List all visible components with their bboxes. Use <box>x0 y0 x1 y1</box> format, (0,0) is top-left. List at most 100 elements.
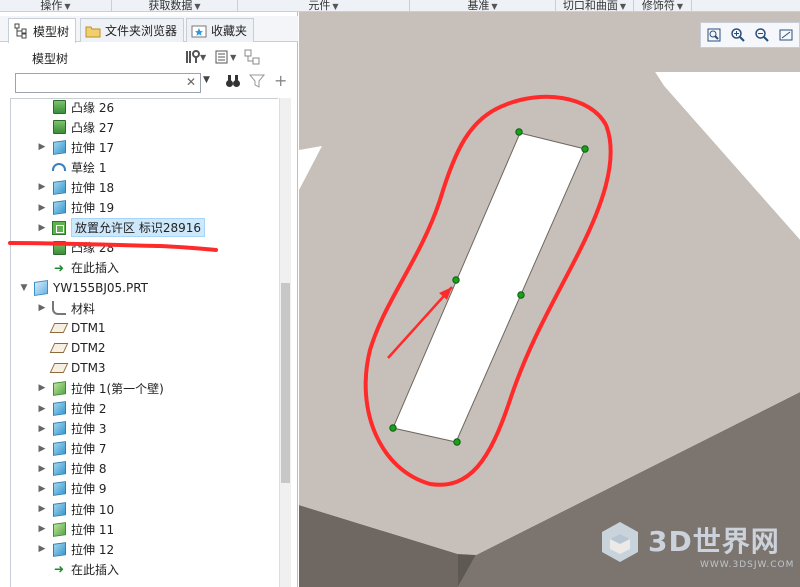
tree-item-label: 拉伸 12 <box>71 542 115 557</box>
tree-item[interactable]: ▶ 拉伸 2 <box>37 399 106 419</box>
ribbon-group-datum[interactable]: 基准 ▼ <box>410 0 556 12</box>
tree-item[interactable]: ➜ 在此插入 <box>37 559 119 579</box>
tab-folder-browser[interactable]: 文件夹浏览器 <box>80 18 185 42</box>
expand-arrow-icon[interactable]: ▶ <box>37 182 47 192</box>
ribbon-group-operations[interactable]: 操作 ▼ <box>0 0 112 12</box>
clear-icon[interactable]: ✕ <box>186 75 196 89</box>
tree-item[interactable]: ▶ 拉伸 1(第一个壁) <box>37 378 164 398</box>
ribbon-group-get-data[interactable]: 获取数据 ▼ <box>112 0 238 12</box>
placement-zone-icon <box>52 220 66 235</box>
tree-item-label: DTM1 <box>71 321 106 336</box>
filter-icon[interactable] <box>248 73 266 93</box>
tree-item-label: 拉伸 7 <box>71 442 107 457</box>
expand-arrow-icon[interactable]: ▶ <box>37 142 47 152</box>
material-icon <box>52 301 66 315</box>
part-icon <box>34 279 48 296</box>
tree-item[interactable]: ▶ 拉伸 18 <box>37 177 114 197</box>
datum-plane-icon <box>49 343 69 354</box>
tree-item[interactable]: 草绘 1 <box>37 157 106 177</box>
tree-item-label: 在此插入 <box>71 261 120 276</box>
tree-item-label: 凸缘 28 <box>71 241 115 256</box>
expand-arrow-icon[interactable]: ▶ <box>37 303 47 313</box>
tree-scrollbar[interactable] <box>279 98 291 587</box>
tree-item-label: YW155BJ05.PRT <box>53 280 148 295</box>
model-tree: 凸缘 26 凸缘 27 ▶ 拉伸 17 草绘 1 ▶ 拉伸 18 ▶ 拉伸 19 ▶ 放置允许区 标… <box>10 98 278 587</box>
tree-item-icon-slot <box>51 240 67 256</box>
tree-item-icon-slot <box>51 541 67 557</box>
tree-item[interactable]: ▶ 拉伸 8 <box>37 459 106 479</box>
zoom-fit-icon[interactable] <box>703 25 725 45</box>
ribbon-group-modifiers[interactable]: 修饰符 ▼ <box>634 0 692 12</box>
expand-arrow-icon[interactable]: ▶ <box>37 524 47 534</box>
tab-favorites[interactable]: 收藏夹 <box>186 18 255 42</box>
chevron-down-icon: ▼ <box>676 2 684 11</box>
tree-item[interactable]: ▶ 拉伸 19 <box>37 198 114 218</box>
tree-item-icon-slot <box>51 441 67 457</box>
expand-arrow-icon[interactable]: ▶ <box>37 223 47 233</box>
extrude-icon <box>52 200 66 215</box>
chevron-down-icon[interactable]: ▼ <box>230 53 236 62</box>
ribbon-group-cuts-surfaces[interactable]: 切口和曲面 ▼ <box>556 0 634 12</box>
tree-scrollbar-thumb[interactable] <box>281 283 290 483</box>
expand-arrow-icon[interactable]: ▶ <box>37 383 47 393</box>
repaint-icon[interactable] <box>775 25 797 45</box>
expand-arrow-icon[interactable]: ▶ <box>37 404 47 414</box>
tree-item-label: 拉伸 2 <box>71 402 107 416</box>
tree-item-label: 在此插入 <box>71 562 120 577</box>
expand-arrow-icon[interactable]: ▶ <box>37 484 47 494</box>
tree-item[interactable]: 凸缘 27 <box>37 117 114 137</box>
tree-item[interactable]: DTM3 <box>37 358 106 378</box>
sketch-icon <box>52 163 66 172</box>
tree-item[interactable]: ▶ 拉伸 17 <box>37 137 114 157</box>
tree-item-label: 拉伸 3 <box>71 422 107 437</box>
tree-item[interactable]: 凸缘 28 <box>37 238 114 258</box>
add-icon[interactable]: + <box>274 71 287 90</box>
tree-search-field[interactable]: ✕ <box>15 73 201 93</box>
tree-item[interactable]: DTM2 <box>37 338 106 358</box>
navigator-tabs: 模型树 文件夹浏览器 收藏夹 <box>0 16 298 43</box>
extrude-icon <box>52 541 66 557</box>
tree-columns-icon[interactable] <box>242 47 262 67</box>
collapse-arrow-icon[interactable]: ▼ <box>19 283 29 293</box>
ribbon-groups: 操作 ▼ 获取数据 ▼ 元件 ▼ 基准 ▼ 切口和曲面 ▼ 修饰符 ▼ <box>0 0 800 12</box>
tree-item-icon-slot <box>51 139 67 155</box>
zoom-out-icon[interactable] <box>751 25 773 45</box>
chevron-down-icon: ▼ <box>194 2 201 11</box>
extrude-icon <box>52 401 66 416</box>
ribbon-group-component[interactable]: 元件 ▼ <box>238 0 410 12</box>
graphics-viewport[interactable] <box>299 12 800 587</box>
tree-item-label: 拉伸 18 <box>71 180 115 195</box>
chevron-down-icon[interactable]: ▼ <box>200 53 206 62</box>
tree-item[interactable]: ▶ 拉伸 3 <box>37 419 106 439</box>
expand-arrow-icon[interactable]: ▶ <box>37 203 47 213</box>
extrude-icon <box>52 421 66 437</box>
tree-item[interactable]: ▶ 拉伸 9 <box>37 479 106 499</box>
tree-item[interactable]: ▼ YW155BJ05.PRT <box>19 278 148 298</box>
tree-item-icon-slot <box>49 320 69 336</box>
extrude-icon <box>52 501 66 517</box>
expand-arrow-icon[interactable]: ▶ <box>37 444 47 454</box>
model-tree-title: 模型树 <box>32 52 69 66</box>
expand-arrow-icon[interactable]: ▶ <box>37 424 47 434</box>
expand-arrow-icon[interactable]: ▶ <box>37 464 47 474</box>
expand-arrow-icon[interactable]: ▶ <box>37 544 47 554</box>
tree-show-icon[interactable] <box>212 47 232 67</box>
tree-item[interactable]: ▶ 拉伸 12 <box>37 539 114 559</box>
tree-item[interactable]: ▶ 拉伸 11 <box>37 519 114 539</box>
tree-search-input[interactable] <box>16 74 176 92</box>
tree-item[interactable]: ▶ 拉伸 10 <box>37 499 114 519</box>
tree-item[interactable]: ▶ 材料 <box>37 298 95 318</box>
expand-arrow-icon[interactable]: ▶ <box>37 504 47 514</box>
find-binoculars-icon[interactable] <box>225 73 241 93</box>
tree-item[interactable]: ➜ 在此插入 <box>37 258 119 278</box>
zoom-in-icon[interactable] <box>727 25 749 45</box>
tree-settings-icon[interactable] <box>182 47 202 67</box>
tree-item[interactable]: DTM1 <box>37 318 106 338</box>
tree-item[interactable]: ▶ 拉伸 7 <box>37 439 106 459</box>
tab-model-tree[interactable]: 模型树 <box>8 18 77 43</box>
chevron-down-icon[interactable]: ▼ <box>203 75 210 85</box>
tree-item-label: 凸缘 26 <box>71 100 115 115</box>
tree-item-icon-slot <box>51 481 67 497</box>
tree-item[interactable]: 凸缘 26 <box>37 99 115 117</box>
tree-item[interactable]: ▶ 放置允许区 标识28916 <box>37 218 205 238</box>
